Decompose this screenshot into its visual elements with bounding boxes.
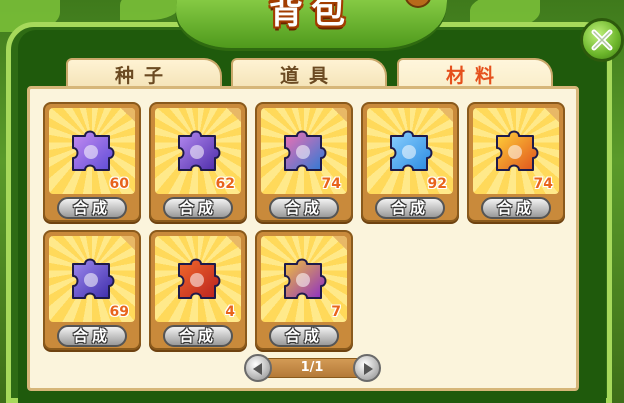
item-card-face: 69 (49, 236, 135, 322)
item-count: 74 (533, 176, 553, 192)
compose-button[interactable]: 合成 (57, 197, 127, 219)
item-count: 7 (331, 304, 341, 320)
page-indicator: 1/1 (300, 360, 324, 375)
figure-puzzle-piece-icon (72, 258, 115, 299)
purple-gem-puzzle-piece-icon (284, 258, 327, 299)
pink-drop-puzzle-piece-icon (284, 130, 327, 171)
item-card-face: 74 (473, 108, 559, 194)
window-title: 背包 (269, 0, 353, 32)
compose-button[interactable]: 合成 (163, 197, 233, 219)
inventory-item-slot[interactable]: 74 合成 (467, 102, 565, 222)
inventory-item-slot[interactable]: 60 合成 (43, 102, 141, 222)
close-icon (591, 29, 613, 51)
galaxy-puzzle-piece-icon (72, 130, 115, 171)
purple-figure-puzzle-piece-icon (178, 130, 221, 171)
compose-button[interactable]: 合成 (269, 325, 339, 347)
inventory-item-slot[interactable]: 7 合成 (255, 230, 353, 350)
inventory-panel: 60 合成 62 合成 74 合成 92 合成 74 合成 69 合成 4 合成 7 合成 (27, 86, 579, 391)
item-count: 74 (321, 176, 341, 192)
item-card-face: 62 (155, 108, 241, 194)
flame-puzzle-piece-icon (496, 130, 539, 171)
compose-button[interactable]: 合成 (269, 197, 339, 219)
item-card-face: 92 (367, 108, 453, 194)
item-count: 69 (109, 304, 129, 320)
item-card-face: 60 (49, 108, 135, 194)
item-card-face: 4 (155, 236, 241, 322)
next-page-button[interactable] (353, 354, 381, 382)
inventory-item-slot[interactable]: 92 合成 (361, 102, 459, 222)
item-card-face: 74 (261, 108, 347, 194)
compose-button[interactable]: 合成 (163, 325, 233, 347)
compose-button[interactable]: 合成 (481, 197, 551, 219)
compose-button[interactable]: 合成 (375, 197, 445, 219)
previous-page-button[interactable] (244, 354, 272, 382)
item-count: 62 (215, 176, 235, 192)
inventory-item-slot[interactable]: 4 合成 (149, 230, 247, 350)
item-count: 4 (225, 304, 235, 320)
inventory-item-slot[interactable]: 69 合成 (43, 230, 141, 350)
item-card-face: 7 (261, 236, 347, 322)
background-leaf (120, 0, 180, 20)
inventory-item-slot[interactable]: 62 合成 (149, 102, 247, 222)
compose-button[interactable]: 合成 (57, 325, 127, 347)
heart-puzzle-piece-icon (178, 258, 221, 299)
close-button[interactable] (580, 18, 624, 62)
item-count: 92 (427, 176, 447, 192)
anchor-puzzle-piece-icon (390, 130, 433, 171)
item-count: 60 (109, 176, 129, 192)
inventory-item-slot[interactable]: 74 合成 (255, 102, 353, 222)
